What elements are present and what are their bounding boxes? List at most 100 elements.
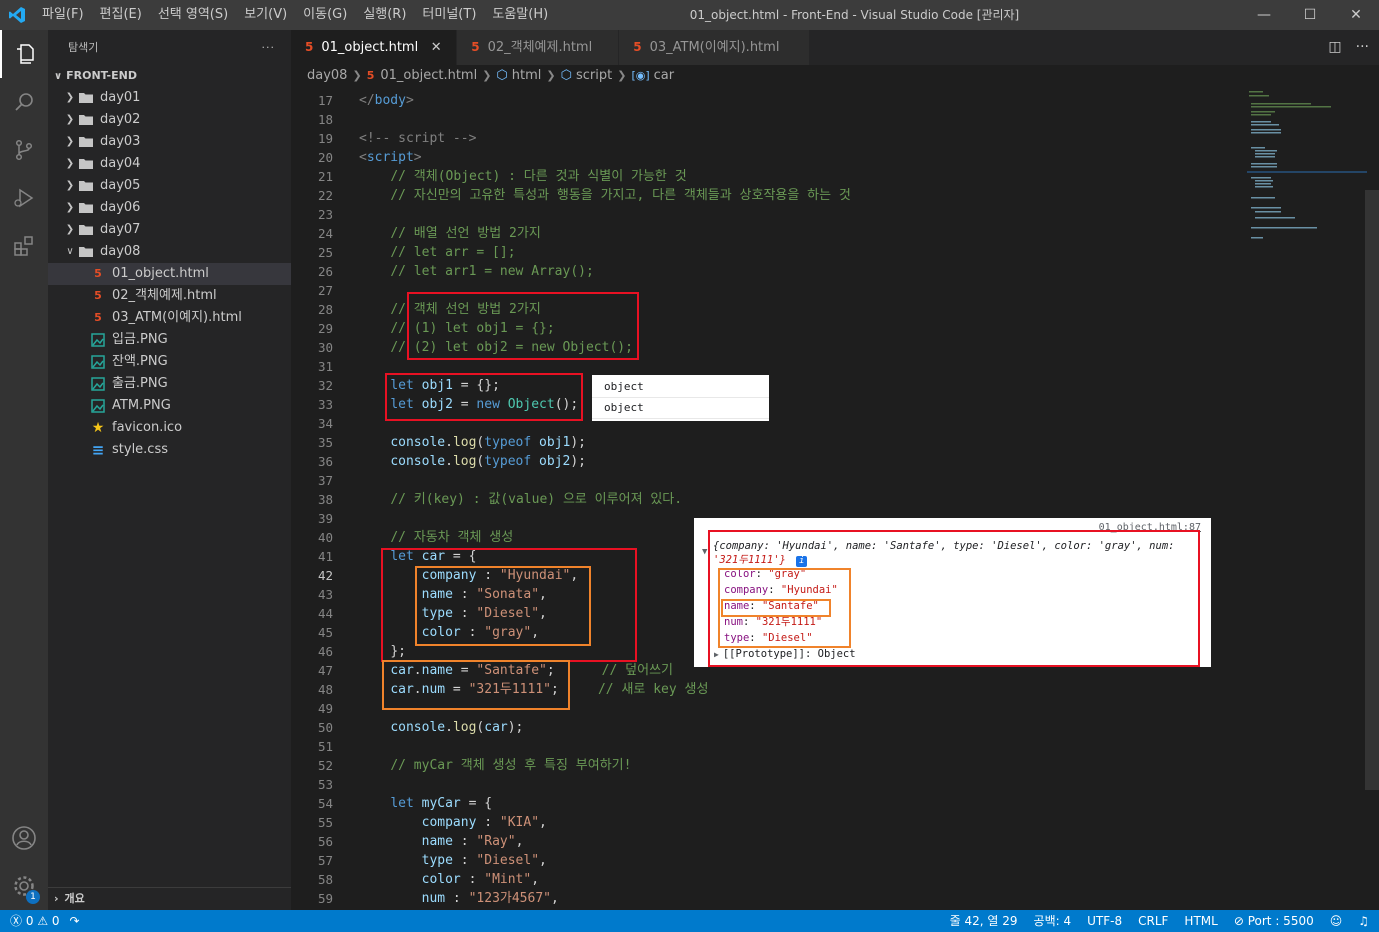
account-icon[interactable] xyxy=(0,814,48,862)
file-item[interactable]: 5 02_객체예제.html xyxy=(48,285,291,307)
folder-day08[interactable]: ∨ day08 xyxy=(48,241,291,263)
folder-day05[interactable]: ❯ day05 xyxy=(48,175,291,197)
source-control-icon[interactable] xyxy=(0,126,48,174)
code-line[interactable]: <script> xyxy=(359,148,1239,167)
encoding[interactable]: UTF-8 xyxy=(1087,910,1122,932)
file-item[interactable]: 입금.PNG xyxy=(48,329,291,351)
code-line[interactable]: <!-- script --> xyxy=(359,129,1239,148)
breadcrumb-item[interactable]: car xyxy=(654,65,674,87)
code-line[interactable]: console.log(car); xyxy=(359,718,1239,737)
code-line[interactable]: name : "Ray", xyxy=(359,832,1239,851)
file-item[interactable]: 5 03_ATM(이예지).html xyxy=(48,307,291,329)
code-line[interactable]: // let arr = []; xyxy=(359,243,1239,262)
indentation[interactable]: 공백: 4 xyxy=(1034,910,1072,932)
breadcrumb-item[interactable]: day08 xyxy=(307,65,347,87)
search-icon[interactable] xyxy=(0,78,48,126)
code-line[interactable] xyxy=(359,357,1239,376)
code-line[interactable]: // 자신만의 고유한 특성과 행동을 가지고, 다른 객체들과 상호작용을 하… xyxy=(359,186,1239,205)
file-item[interactable]: ATM.PNG xyxy=(48,395,291,417)
file-item[interactable]: 잔액.PNG xyxy=(48,351,291,373)
code-line[interactable]: // 키(key) : 값(value) 으로 이루어져 있다. xyxy=(359,490,1239,509)
code-line[interactable]: // 객체 선언 방법 2가지 xyxy=(359,300,1239,319)
code-line[interactable] xyxy=(359,775,1239,794)
run-debug-icon[interactable] xyxy=(0,174,48,222)
workspace-section[interactable]: ∨ FRONT-END xyxy=(48,65,291,87)
code-line[interactable]: // let arr1 = new Array(); xyxy=(359,262,1239,281)
file-item[interactable]: ★ favicon.ico xyxy=(48,417,291,439)
folder-day01[interactable]: ❯ day01 xyxy=(48,87,291,109)
remote-icon[interactable]: ↷ xyxy=(70,910,80,932)
menu-item[interactable]: 실행(R) xyxy=(355,0,414,30)
menu-item[interactable]: 터미널(T) xyxy=(414,0,484,30)
code-line[interactable]: </body> xyxy=(359,91,1239,110)
cursor-position[interactable]: 줄 42, 열 29 xyxy=(950,910,1018,932)
extensions-icon[interactable] xyxy=(0,222,48,270)
code-line[interactable]: // 객체(Object) : 다른 것과 식별이 가능한 것 xyxy=(359,167,1239,186)
code-line[interactable]: let obj1 = {}; xyxy=(359,376,1239,395)
code-line[interactable]: console.log(typeof obj2); xyxy=(359,452,1239,471)
code-line[interactable] xyxy=(359,281,1239,300)
breadcrumb-item[interactable]: html xyxy=(512,65,542,87)
split-editor-icon[interactable]: ◫ xyxy=(1328,30,1341,65)
code-line[interactable] xyxy=(359,699,1239,718)
more-actions-button[interactable]: ··· xyxy=(262,30,276,65)
file-item[interactable]: 출금.PNG xyxy=(48,373,291,395)
code-line[interactable]: // 배열 선언 방법 2가지 xyxy=(359,224,1239,243)
problems-indicator[interactable]: Ⓧ 0 ⚠ 0 xyxy=(10,910,60,932)
code-editor[interactable]: 17 18 19 20 21 22 23 24 25 26 27 28 29 30 31 32 33 34 35 36… xyxy=(291,87,1379,910)
close-window-button[interactable]: ✕ xyxy=(1333,0,1379,30)
console-prototype[interactable]: ▶ [[Prototype]]: Object xyxy=(714,646,856,662)
code-line[interactable] xyxy=(359,737,1239,756)
folder-day07[interactable]: ❯ day07 xyxy=(48,219,291,241)
menu-item[interactable]: 도움말(H) xyxy=(484,0,556,30)
minimap[interactable] xyxy=(1247,87,1367,257)
menu-item[interactable]: 이동(G) xyxy=(295,0,355,30)
menu-item[interactable]: 선택 영역(S) xyxy=(150,0,236,30)
close-tab-icon[interactable]: ✕ xyxy=(428,30,444,65)
code-line[interactable]: num : "123가4567", xyxy=(359,889,1239,908)
expand-triangle-icon[interactable]: ▼ xyxy=(702,544,707,560)
code-line[interactable]: company : "KIA", xyxy=(359,813,1239,832)
outline-section[interactable]: › 개요 xyxy=(48,887,291,910)
notifications-bell-icon[interactable]: ♫ xyxy=(1358,910,1369,932)
code-line[interactable]: // (2) let obj2 = new Object(); xyxy=(359,338,1239,357)
menu-item[interactable]: 편집(E) xyxy=(92,0,150,30)
live-server-port[interactable]: ⊘ Port : 5500 xyxy=(1234,910,1314,932)
code-area[interactable]: </body> <!-- script --> <script> // 객체(Obj… xyxy=(359,91,1239,908)
console-source-link[interactable]: 01_object.html:87 xyxy=(1099,522,1201,533)
tab-03-atm[interactable]: 5 03_ATM(이예지).html xyxy=(619,30,811,65)
settings-gear-icon[interactable]: 1 xyxy=(0,862,48,910)
breadcrumb-item[interactable]: 01_object.html xyxy=(380,65,477,87)
tab-02-example[interactable]: 5 02_객체예제.html xyxy=(457,30,620,65)
minimize-button[interactable]: — xyxy=(1241,0,1287,30)
vertical-scrollbar[interactable] xyxy=(1365,190,1379,790)
code-line[interactable] xyxy=(359,110,1239,129)
feedback-icon[interactable]: ☺ xyxy=(1330,910,1343,932)
end-of-line[interactable]: CRLF xyxy=(1138,910,1168,932)
maximize-button[interactable]: ☐ xyxy=(1287,0,1333,30)
code-line[interactable]: let obj2 = new Object(); xyxy=(359,395,1239,414)
menu-item[interactable]: 파일(F) xyxy=(34,0,92,30)
code-line[interactable]: let myCar = { xyxy=(359,794,1239,813)
tab-01-object[interactable]: 5 01_object.html ✕ xyxy=(291,30,458,65)
folder-day02[interactable]: ❯ day02 xyxy=(48,109,291,131)
code-line[interactable]: // (1) let obj1 = {}; xyxy=(359,319,1239,338)
code-line[interactable]: car.num = "321두1111"; // 새로 key 생성 xyxy=(359,680,1239,699)
more-actions-icon[interactable]: ··· xyxy=(1356,30,1369,65)
language-mode[interactable]: HTML xyxy=(1184,910,1217,932)
code-line[interactable]: console.log(typeof obj1); xyxy=(359,433,1239,452)
code-line[interactable]: // myCar 객체 생성 후 특징 부여하기! xyxy=(359,756,1239,775)
menu-item[interactable]: 보기(V) xyxy=(236,0,295,30)
code-line[interactable] xyxy=(359,205,1239,224)
file-item[interactable]: 5 01_object.html xyxy=(48,263,291,285)
code-line[interactable] xyxy=(359,471,1239,490)
breadcrumb-item[interactable]: script xyxy=(576,65,612,87)
file-item[interactable]: ≡ style.css xyxy=(48,439,291,461)
folder-day04[interactable]: ❯ day04 xyxy=(48,153,291,175)
code-line[interactable]: type : "Diesel", xyxy=(359,851,1239,870)
explorer-icon[interactable] xyxy=(0,30,48,78)
folder-day03[interactable]: ❯ day03 xyxy=(48,131,291,153)
folder-day06[interactable]: ❯ day06 xyxy=(48,197,291,219)
code-line[interactable]: color : "Mint", xyxy=(359,870,1239,889)
code-line[interactable] xyxy=(359,414,1239,433)
